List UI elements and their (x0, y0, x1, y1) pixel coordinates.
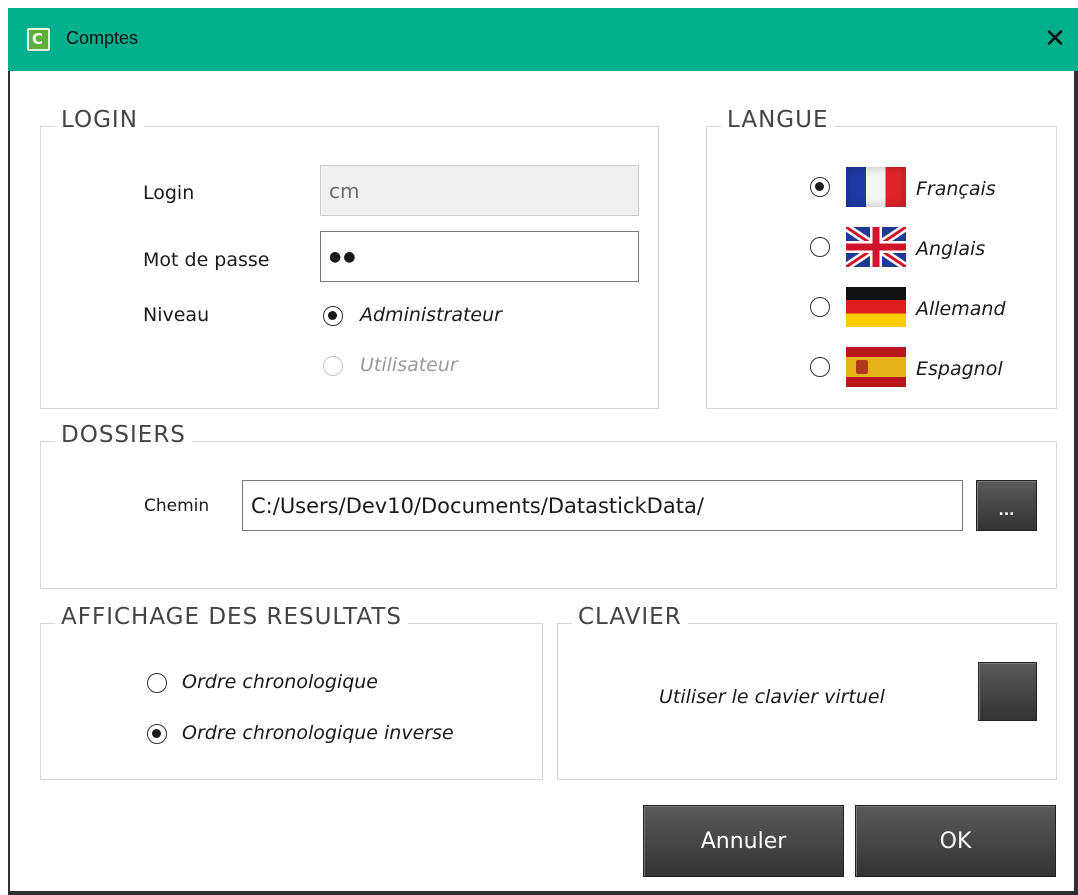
level-user-radio (323, 356, 343, 376)
path-field[interactable]: C:/Users/Dev10/Documents/DatastickData/ (242, 480, 963, 531)
results-reverse-chronological-radio[interactable] (147, 724, 167, 744)
language-english-label: Anglais (916, 238, 986, 260)
language-spanish-label: Espagnol (916, 358, 1003, 380)
language-german-label: Allemand (916, 298, 1006, 320)
level-administrator-label: Administrateur (360, 304, 502, 326)
language-english-radio[interactable] (810, 237, 830, 257)
cancel-button[interactable]: Annuler (643, 805, 844, 877)
password-field[interactable]: ●● (320, 231, 639, 282)
language-spanish-radio[interactable] (810, 357, 830, 377)
results-chronological-label: Ordre chronologique (182, 671, 378, 693)
login-group: LOGIN Login cm Mot de passe ●● Niveau Ad… (40, 107, 659, 409)
ok-button[interactable]: OK (855, 805, 1056, 877)
flag-spain-icon (846, 347, 906, 387)
results-section-title: AFFICHAGE DES RESULTATS (55, 604, 408, 630)
login-section-title: LOGIN (55, 107, 144, 133)
language-french-label: Français (916, 178, 996, 200)
comptes-dialog: C Comptes ✕ LOGIN Login cm Mot de passe … (8, 8, 1078, 895)
virtual-keyboard-toggle[interactable] (978, 662, 1037, 721)
keyboard-section-title: CLAVIER (572, 604, 688, 630)
browse-button[interactable]: ... (976, 480, 1037, 531)
language-section-title: LANGUE (721, 107, 835, 133)
results-group: AFFICHAGE DES RESULTATS Ordre chronologi… (40, 604, 543, 780)
path-label: Chemin (144, 496, 210, 516)
login-field: cm (320, 165, 639, 216)
login-label: Login (143, 182, 195, 204)
keyboard-group: CLAVIER Utiliser le clavier virtuel (557, 604, 1057, 780)
folders-group: DOSSIERS Chemin C:/Users/Dev10/Documents… (40, 422, 1057, 589)
title-bar: C Comptes ✕ (8, 8, 1078, 71)
flag-france-icon (846, 167, 906, 207)
level-user-label: Utilisateur (360, 354, 458, 376)
virtual-keyboard-label: Utiliser le clavier virtuel (659, 686, 885, 708)
results-reverse-chronological-label: Ordre chronologique inverse (182, 722, 454, 744)
level-administrator-radio[interactable] (323, 306, 343, 326)
flag-uk-icon (846, 227, 906, 267)
level-label: Niveau (143, 304, 210, 326)
dialog-content: LOGIN Login cm Mot de passe ●● Niveau Ad… (10, 71, 1074, 891)
results-chronological-radio[interactable] (147, 673, 167, 693)
app-logo-icon: C (27, 28, 50, 51)
language-french-radio[interactable] (810, 177, 830, 197)
password-label: Mot de passe (143, 249, 270, 271)
close-button[interactable]: ✕ (1038, 22, 1072, 56)
flag-germany-icon (846, 287, 906, 327)
folders-section-title: DOSSIERS (55, 422, 192, 448)
language-group: LANGUE Français Anglais Allemand Espagno… (706, 107, 1057, 409)
window-title: Comptes (66, 28, 139, 48)
language-german-radio[interactable] (810, 297, 830, 317)
